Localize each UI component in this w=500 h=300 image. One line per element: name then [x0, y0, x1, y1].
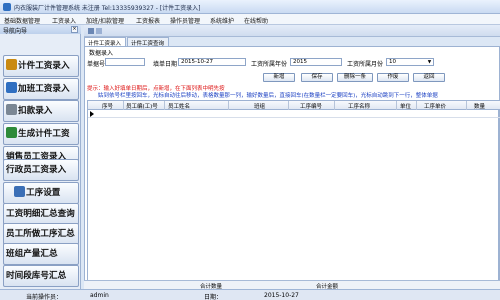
nav-label: 班组产量汇总 — [6, 249, 58, 259]
title-bar: 内衣服装厂计件管理系统 未注册 Tel:13335939327 - [计件工资录… — [0, 0, 500, 14]
tab-piecework-entry[interactable]: 计件工资录入 — [84, 37, 126, 47]
section-title: 数据录入 — [89, 50, 114, 57]
nav-generate-piecework[interactable]: 生成计件工资 — [3, 123, 79, 145]
tab-strip: 计件工资录入 计件工资查询 — [84, 37, 500, 47]
month-select[interactable]: 10 ▼ — [386, 58, 434, 66]
delete-row-button[interactable]: 删除一条 — [337, 73, 373, 82]
nav-admin-wage-entry[interactable]: 行政员工资录入 — [3, 159, 79, 181]
save-button[interactable]: 保存 — [301, 73, 333, 82]
document-toolbar — [84, 25, 500, 37]
menu-wage-report[interactable]: 工资报表 — [136, 16, 160, 25]
sidebar-header-label: 导航向导 — [3, 28, 28, 35]
wallet-icon — [6, 59, 17, 70]
sidebar-header: 导航向导 × — [0, 25, 81, 35]
operator-value: admin — [90, 292, 109, 299]
app-icon — [3, 3, 11, 11]
operator-label: 当前操作员： — [26, 294, 63, 300]
table-row[interactable] — [88, 110, 500, 118]
sidebar-close-button[interactable]: × — [71, 26, 78, 33]
nav-label: 行政员工资录入 — [6, 165, 67, 175]
col-team: 班组 — [254, 104, 266, 110]
col-process-no: 工序编号 — [300, 104, 323, 110]
deduct-icon — [6, 104, 17, 115]
restore-icon[interactable] — [96, 28, 102, 34]
menu-bar: 基础数据管理 工资录入 加班/扣款管理 工资报表 操作员管理 系统维护 在线帮助 — [0, 14, 500, 25]
void-button[interactable]: 作废 — [377, 73, 409, 82]
return-button[interactable]: 返回 — [413, 73, 445, 82]
status-bar: 当前操作员： admin 日期： 2015-10-27 — [0, 289, 500, 300]
menu-basic-data[interactable]: 基础数据管理 — [4, 16, 40, 25]
settings-icon — [14, 186, 25, 197]
wage-entry-table[interactable]: 序号 员工编(工)号 员工姓名 班组 工序编号 工序名称 单位 工序单价 数量 — [87, 100, 500, 281]
add-button[interactable]: 新增 — [263, 73, 295, 82]
main-panel: 数据录入 单据号 填单日期 2015-10-27 工资所属年份 2015 工资所… — [84, 46, 500, 289]
window-icon — [88, 28, 94, 34]
gear-icon — [6, 127, 17, 138]
menu-operator[interactable]: 操作员管理 — [170, 16, 200, 25]
nav-process-settings[interactable]: 工序设置 — [3, 182, 79, 204]
current-row-arrow-icon — [90, 111, 94, 117]
status-date-label: 日期： — [204, 294, 223, 300]
month-label: 工资所属月份 — [347, 61, 384, 68]
col-process-name: 工序名称 — [348, 104, 371, 110]
nav-label: 生成计件工资 — [18, 129, 70, 139]
nav-label: 扣款录入 — [18, 106, 53, 116]
menu-wage-entry[interactable]: 工资录入 — [52, 16, 76, 25]
nav-team-output-summary[interactable]: 班组产量汇总 — [3, 243, 79, 265]
summary-bar: 合计数量 合计金额 — [84, 280, 500, 290]
nav-period-summary[interactable]: 时间段库号汇总 — [3, 265, 79, 287]
nav-deduction-entry[interactable]: 扣款录入 — [3, 100, 79, 122]
tip-line-2: 姑到依号栏里按回车，光标自动往后移动，表格数量那一列，输好数量后，直接回车(在数… — [98, 93, 438, 99]
navigation-sidebar: 导航向导 × 计件工资录入 加班工资录入 扣款录入 生成计件工资 销售员工资录入… — [0, 25, 81, 289]
nav-label: 工序设置 — [26, 188, 61, 198]
col-seq: 序号 — [102, 104, 114, 110]
chevron-down-icon[interactable]: ▼ — [427, 60, 432, 65]
bill-no-input[interactable] — [105, 58, 145, 66]
tab-piecework-query[interactable]: 计件工资查询 — [127, 37, 169, 47]
year-label: 工资所属年份 — [251, 61, 288, 68]
col-quantity: 数量 — [474, 104, 486, 110]
col-unit: 单位 — [400, 104, 412, 110]
col-emp-name: 员工姓名 — [168, 104, 191, 110]
year-input[interactable]: 2015 — [290, 58, 342, 66]
bill-no-label: 单据号 — [87, 61, 106, 68]
nav-label: 计件工资录入 — [18, 61, 70, 71]
nav-label: 员工所做工序汇总 — [6, 229, 75, 239]
nav-wage-detail-query[interactable]: 工资明细汇总查询 — [3, 203, 79, 225]
nav-label: 工资明细汇总查询 — [6, 209, 75, 219]
nav-overtime-entry[interactable]: 加班工资录入 — [3, 78, 79, 100]
nav-label: 加班工资录入 — [18, 84, 70, 94]
table-header: 序号 员工编(工)号 员工姓名 班组 工序编号 工序名称 单位 工序单价 数量 — [88, 101, 500, 110]
col-emp-no: 员工编(工)号 — [126, 104, 158, 110]
status-date-value: 2015-10-27 — [264, 292, 299, 299]
nav-label: 时间段库号汇总 — [6, 271, 67, 281]
col-unit-price: 工序单价 — [424, 104, 447, 110]
nav-employee-process-summary[interactable]: 员工所做工序汇总 — [3, 223, 79, 245]
menu-system[interactable]: 系统维护 — [210, 16, 234, 25]
window-title: 内衣服装厂计件管理系统 未注册 Tel:13335939327 - [计件工资录… — [14, 5, 201, 12]
clock-icon — [6, 82, 17, 93]
nav-piecework-entry[interactable]: 计件工资录入 — [3, 55, 79, 77]
menu-overtime-deduct[interactable]: 加班/扣款管理 — [86, 16, 124, 25]
date-label: 填单日期 — [153, 61, 178, 68]
month-value: 10 — [389, 59, 396, 65]
date-input[interactable]: 2015-10-27 — [178, 58, 246, 66]
menu-help[interactable]: 在线帮助 — [244, 16, 268, 25]
